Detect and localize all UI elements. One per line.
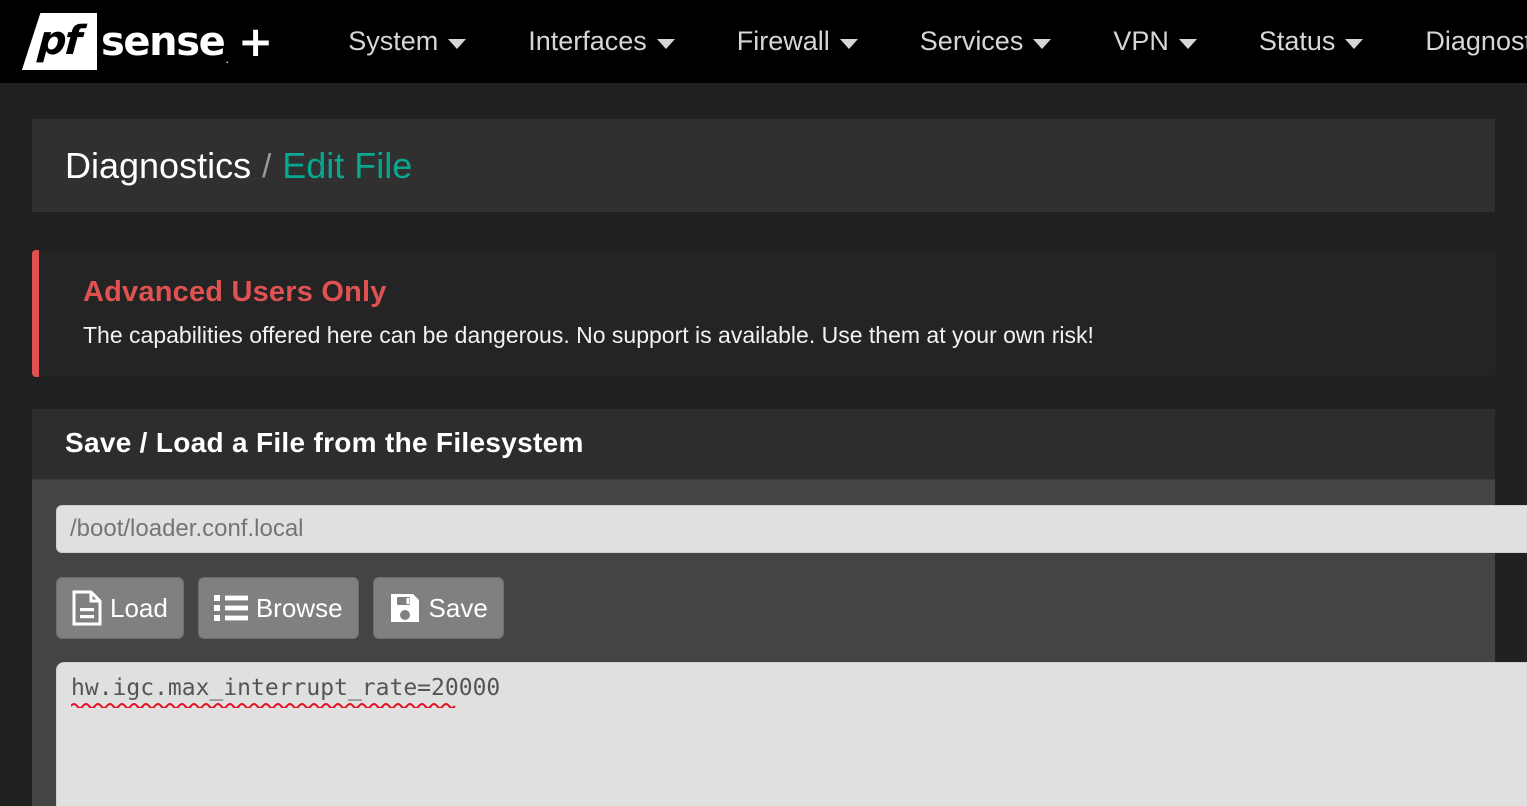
alert-message: The capabilities offered here can be dan…	[83, 322, 1094, 348]
nav-item-label: Status	[1258, 26, 1336, 56]
nav-item-label: VPN	[1113, 26, 1169, 56]
file-editor-wrap	[56, 662, 1527, 806]
nav-item-system[interactable]: System	[317, 26, 497, 57]
nav-item-vpn[interactable]: VPN	[1082, 26, 1228, 57]
nav-item-label: Services	[919, 26, 1024, 56]
nav-item-label: Interfaces	[528, 26, 647, 56]
pfsense-logo[interactable]: pf sense . +	[22, 13, 273, 70]
alert-title: Advanced Users Only	[83, 276, 387, 308]
nav-item-services[interactable]: Services	[889, 26, 1083, 57]
file-action-buttons: Load Browse Save	[56, 577, 1495, 639]
nav-item-firewall[interactable]: Firewall	[706, 26, 889, 57]
panel-header: Save / Load a File from the Filesystem	[32, 409, 1495, 480]
floppy-save-icon	[389, 592, 421, 624]
nav-item-label: System	[348, 26, 439, 56]
chevron-down-icon	[1178, 39, 1197, 49]
breadcrumb: Diagnostics / Edit File	[32, 119, 1495, 212]
page-content: Diagnostics / Edit File Advanced Users O…	[0, 119, 1527, 806]
chevron-down-icon	[1033, 39, 1052, 49]
panel-title: Save / Load a File from the Filesystem	[65, 427, 584, 458]
save-load-panel: Save / Load a File from the Filesystem L…	[32, 409, 1527, 806]
breadcrumb-parent[interactable]: Diagnostics	[65, 145, 251, 187]
breadcrumb-current: Edit File	[282, 144, 413, 186]
advanced-users-alert: Advanced Users Only The capabilities off…	[32, 250, 1495, 377]
file-content-textarea[interactable]	[56, 662, 1527, 806]
top-navbar: pf sense . + System Interfaces Firewall …	[0, 0, 1527, 83]
save-button-label: Save	[428, 592, 488, 623]
save-button[interactable]: Save	[372, 577, 504, 639]
list-icon	[213, 593, 248, 623]
nav-item-label: Diagnostics	[1425, 26, 1527, 56]
nav-item-interfaces[interactable]: Interfaces	[497, 26, 706, 57]
chevron-down-icon	[448, 39, 467, 49]
brand-registered-mark: .	[225, 51, 229, 66]
navbar-menu: System Interfaces Firewall Services VPN …	[317, 26, 1527, 57]
brand-sense-text: sense	[101, 18, 226, 65]
brand-pf-text: pf	[36, 17, 83, 64]
nav-item-diagnostics[interactable]: Diagnostics	[1394, 26, 1527, 57]
file-path-input[interactable]	[56, 505, 1527, 553]
brand-plus-text: +	[237, 16, 274, 66]
load-button-label: Load	[110, 592, 168, 623]
nav-item-status[interactable]: Status	[1228, 26, 1395, 57]
pfsense-mark-icon: pf	[22, 13, 97, 70]
breadcrumb-separator: /	[262, 146, 272, 184]
nav-item-label: Firewall	[736, 26, 830, 56]
browse-button-label: Browse	[255, 592, 343, 623]
chevron-down-icon	[656, 39, 675, 49]
file-icon	[72, 590, 102, 626]
chevron-down-icon	[839, 39, 858, 49]
panel-body: Load Browse	[32, 480, 1527, 806]
browse-button[interactable]: Browse	[197, 577, 359, 639]
load-button[interactable]: Load	[56, 577, 184, 639]
chevron-down-icon	[1345, 39, 1364, 49]
